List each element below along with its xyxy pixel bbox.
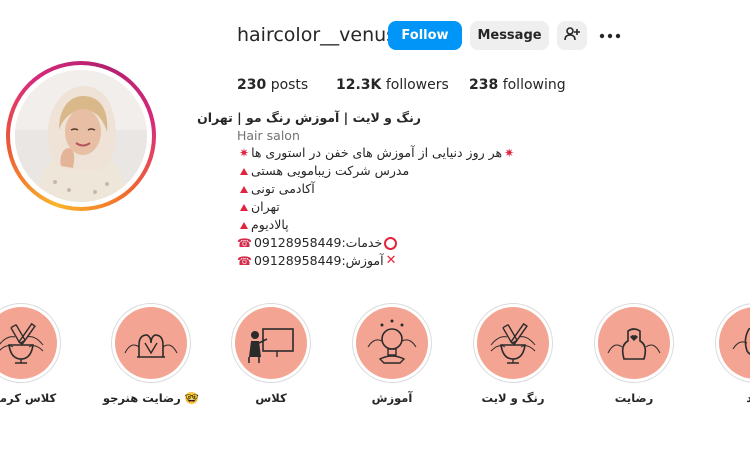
red-circle-icon (384, 236, 398, 250)
bio-line: آکادمی تونی (237, 180, 516, 198)
follow-button[interactable]: Follow (388, 21, 462, 50)
teacher-board-icon (248, 328, 294, 363)
posts-count: 230 (237, 77, 267, 93)
instagram-profile-page: haircolor__venus Follow Message 230 post… (0, 0, 750, 450)
posts-label: posts (270, 77, 309, 93)
hair-dye-bowl-icon (490, 322, 536, 364)
add-user-icon (564, 26, 580, 45)
following-count: 238 (469, 77, 499, 93)
red-triangle-icon (240, 203, 248, 211)
hair-dye-bowl-icon (0, 322, 44, 364)
highlight-cover (473, 303, 553, 383)
red-triangle-icon (240, 185, 248, 193)
services-phone: 09128958449 (253, 235, 342, 250)
highlight-cover (594, 303, 674, 383)
highlight-cover (111, 303, 191, 383)
profile-avatar[interactable] (6, 61, 156, 211)
heart-hands-icon (124, 334, 178, 358)
profile-username: haircolor__venus (237, 24, 397, 46)
more-options-icon[interactable] (598, 27, 622, 45)
followers-stat[interactable]: 12.3K followers (336, 77, 449, 93)
highlight-label: رضایت (614, 391, 654, 405)
highlight-cover (0, 303, 61, 383)
avatar-portrait-image (15, 70, 147, 202)
highlight-cover (715, 303, 750, 383)
highlight-label: رضایت هنرجو 🤓 (102, 391, 200, 405)
telephone-icon: ☎ (237, 254, 252, 268)
highlight-label: بعد (746, 391, 750, 405)
heart-hands-icon (607, 328, 661, 360)
highlight-cover (231, 303, 311, 383)
lightbulb-idea-icon (367, 319, 417, 364)
bio-line: ☎ 09128958449 خدمات: (237, 234, 516, 252)
bio-category: Hair salon (237, 128, 300, 143)
avatar-photo (15, 70, 147, 202)
face-icon (732, 327, 750, 355)
bio-line: ☎ 09128958449 آموزش: ✕ (237, 253, 397, 268)
red-triangle-icon (240, 167, 248, 175)
bio-text: ✷ هر روز دنیایی از آموزش های خفن در استو… (237, 144, 516, 270)
highlight-label: آموزش (371, 391, 413, 405)
followers-label: followers (385, 77, 449, 93)
telephone-icon: ☎ (237, 236, 252, 250)
message-button[interactable]: Message (470, 21, 549, 50)
education-phone: 09128958449 (253, 253, 342, 268)
bio-line: ✷ هر روز دنیایی از آموزش های خفن در استو… (239, 145, 515, 160)
anger-symbol-icon: ✷ (239, 146, 250, 160)
cross-mark-icon: ✕ (385, 253, 397, 268)
story-highlight[interactable]: کلاس (221, 303, 321, 405)
story-highlight[interactable]: آموزش (342, 303, 442, 405)
story-highlight[interactable]: کلاس کرمان (0, 303, 71, 405)
highlight-label: کلاس (255, 391, 287, 405)
story-highlight[interactable]: رضایت هنرجو 🤓 (101, 303, 201, 405)
following-stat[interactable]: 238 following (469, 77, 566, 93)
posts-stat: 230 posts (237, 77, 308, 93)
bio-line: مدرس شرکت زیبامویی هستی (237, 162, 516, 180)
bio-line: تهران (237, 198, 516, 216)
story-highlight[interactable]: رنگ و لایت (463, 303, 563, 405)
bio-title: رنگ و لایت | آموزش رنگ مو | تهران (197, 110, 421, 125)
followers-count: 12.3K (336, 77, 382, 93)
highlight-cover (352, 303, 432, 383)
red-triangle-icon (240, 221, 248, 229)
story-highlight[interactable]: بعد (705, 303, 750, 405)
highlight-label: کلاس کرمان (0, 391, 57, 405)
suggest-users-button[interactable] (557, 21, 587, 50)
anger-symbol-icon: ✷ (504, 146, 515, 160)
bio-line: پالادیوم (237, 216, 516, 234)
story-highlight[interactable]: رضایت (584, 303, 684, 405)
following-label: following (502, 77, 566, 93)
highlight-label: رنگ و لایت (481, 391, 545, 405)
